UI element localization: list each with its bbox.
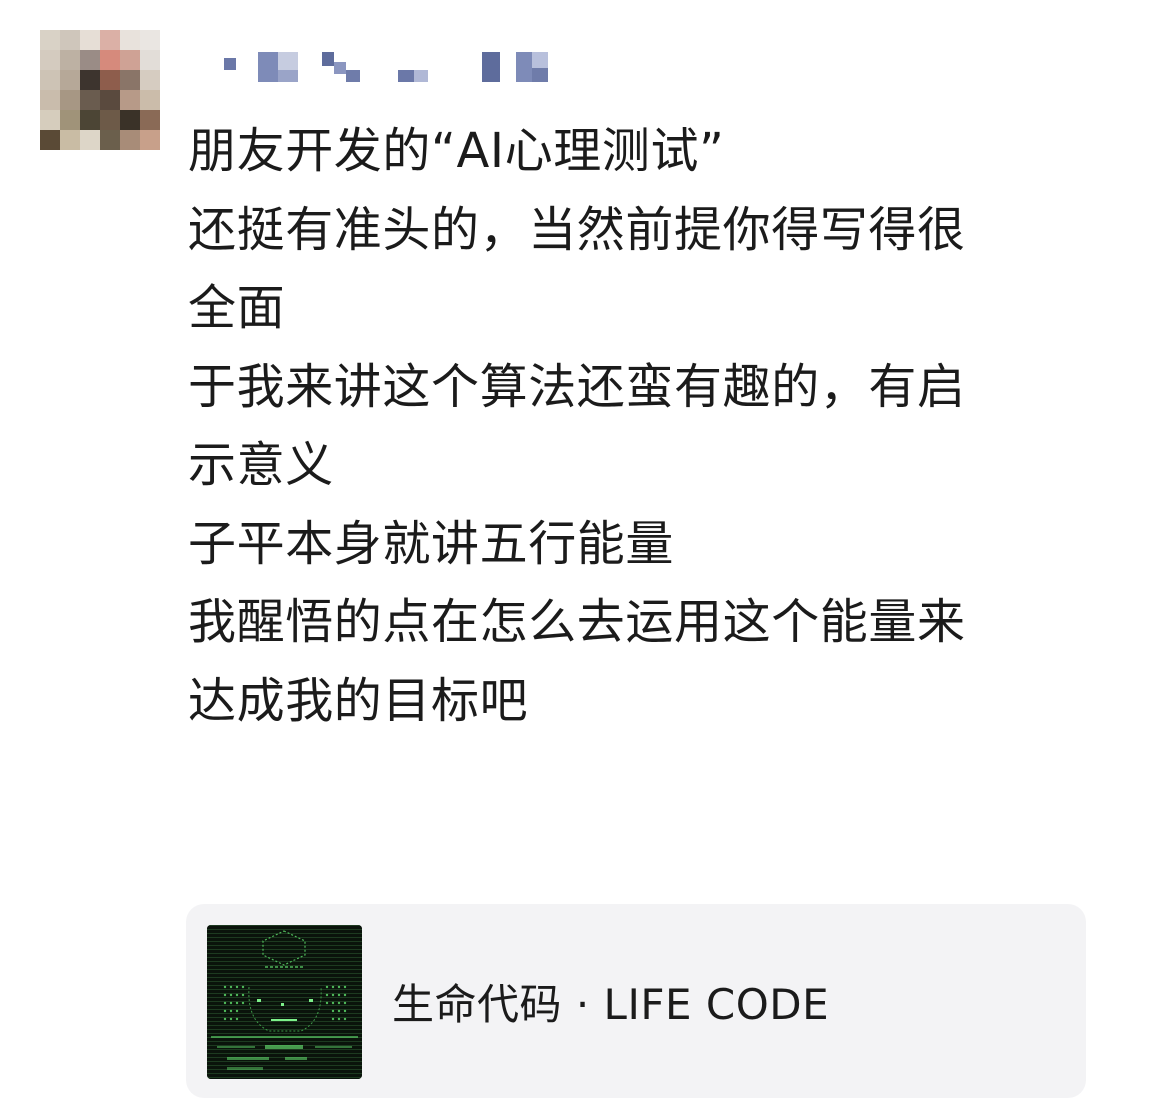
post-line: 朋友开发的“AI心理测试” [188,123,725,179]
post-line: 达成我的目标吧 [188,672,529,729]
post-line: 于我来讲这个算法还蛮有趣的，有启 [188,358,966,415]
link-card-title: 生命代码 · LIFE CODE [392,979,830,1029]
avatar[interactable] [40,30,160,150]
post-body: 朋友开发的“AI心理测试” 还挺有准头的，当然前提你得写得很 全面 于我来讲这个… [188,112,1128,740]
author-name-redacted [224,52,548,82]
terminal-face-icon [207,925,362,1079]
author-name[interactable] [218,46,563,88]
post-line: 子平本身就讲五行能量 [188,515,675,572]
shared-link-card[interactable]: 生命代码 · LIFE CODE [186,904,1086,1098]
post-line: 示意义 [188,437,334,493]
post-line: 全面 [188,280,286,336]
post-line: 我醒悟的点在怎么去运用这个能量来 [188,594,966,650]
post-line: 还挺有准头的，当然前提你得写得很 [188,201,966,258]
link-thumbnail [207,925,362,1079]
